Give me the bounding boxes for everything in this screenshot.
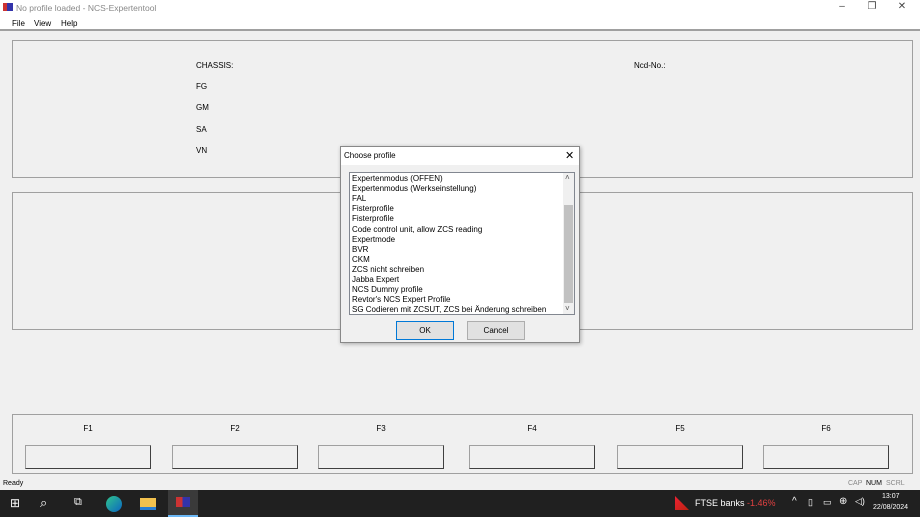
f5-label: F5 <box>675 424 685 433</box>
volume-icon[interactable]: ◁) <box>855 496 865 507</box>
f3-button[interactable] <box>318 445 444 469</box>
menu-view[interactable]: View <box>34 19 51 28</box>
menu-file[interactable]: File <box>12 19 25 28</box>
gm-label: GM <box>196 103 209 112</box>
profile-list-item[interactable]: ZCS nicht schreiben <box>352 265 424 275</box>
dialog-title-bar: Choose profile ✕ <box>341 147 579 165</box>
f4-label: F4 <box>527 424 537 433</box>
f2-label: F2 <box>230 424 240 433</box>
profile-list-item[interactable]: Revtor's NCS Expert Profile <box>352 295 450 305</box>
edge-icon[interactable] <box>106 496 122 512</box>
profile-list-item[interactable]: CKM <box>352 255 370 265</box>
profile-list-item[interactable]: FAL <box>352 194 366 204</box>
profile-list-item[interactable]: Jabba Expert <box>352 275 399 285</box>
f6-label: F6 <box>821 424 831 433</box>
cancel-button[interactable]: Cancel <box>467 321 525 340</box>
profile-list-item[interactable]: Expertenmodus (OFFEN) <box>352 174 443 184</box>
network-icon[interactable]: ⊕ <box>839 496 847 507</box>
dialog-close-icon[interactable]: ✕ <box>565 149 574 162</box>
profile-list-item[interactable]: Expertmode <box>352 235 395 245</box>
task-view-icon[interactable]: ⧉ <box>74 496 82 509</box>
scrollbar-thumb[interactable] <box>564 205 573 303</box>
windows-start-icon[interactable]: ⊞ <box>10 496 20 510</box>
clock-time[interactable]: 13:07 <box>882 493 900 500</box>
f1-button[interactable] <box>25 445 151 469</box>
profile-list-item[interactable]: Code control unit, allow ZCS reading <box>352 225 482 235</box>
num-indicator: NUM <box>866 480 882 487</box>
f3-label: F3 <box>376 424 386 433</box>
window-title: No profile loaded - NCS-Expertentool <box>16 3 157 13</box>
f6-button[interactable] <box>763 445 889 469</box>
status-text: Ready <box>3 480 24 487</box>
status-bar: Ready CAP NUM SCRL <box>0 478 920 490</box>
f4-button[interactable] <box>469 445 595 469</box>
restore-button[interactable]: ❐ <box>858 1 886 15</box>
stocks-widget-icon[interactable] <box>675 496 689 510</box>
stock-change: -1.46% <box>747 498 776 508</box>
fg-label: FG <box>196 82 208 91</box>
scroll-up-icon[interactable]: ˄ <box>565 173 570 182</box>
scrl-indicator: SCRL <box>886 480 905 487</box>
app-icon <box>3 3 13 11</box>
profile-list-item[interactable]: Fisterprofile <box>352 214 394 224</box>
battery-icon[interactable]: ▭ <box>823 497 832 508</box>
clock-date[interactable]: 22/08/2024 <box>873 504 908 511</box>
minimize-button[interactable]: – <box>828 1 856 15</box>
taskbar: ⊞ ⌕ ⧉ FTSE banks -1.46% ^ ▯ ▭ ⊕ ◁) 13:07… <box>0 490 920 517</box>
dialog-title: Choose profile <box>344 151 396 160</box>
show-hidden-icons[interactable]: ^ <box>792 496 797 507</box>
profile-list-item[interactable]: BVR <box>352 245 368 255</box>
file-explorer-icon[interactable] <box>140 498 156 510</box>
profile-list-item[interactable]: NCS Dummy profile <box>352 285 423 295</box>
ok-button[interactable]: OK <box>396 321 454 340</box>
vn-label: VN <box>196 146 208 155</box>
f5-button[interactable] <box>617 445 743 469</box>
f2-button[interactable] <box>172 445 298 469</box>
scroll-down-icon[interactable]: ˅ <box>565 304 570 313</box>
search-icon[interactable]: ⌕ <box>40 495 47 511</box>
profile-list-item[interactable]: Fisterprofile <box>352 204 394 214</box>
profile-list-item[interactable]: Expertenmodus (Werkseinstellung) <box>352 184 476 194</box>
menu-help[interactable]: Help <box>61 19 77 28</box>
profile-listbox[interactable]: Expertenmodus (OFFEN) Expertenmodus (Werk… <box>349 172 575 315</box>
cap-indicator: CAP <box>848 480 863 487</box>
device-icon[interactable]: ▯ <box>808 497 813 508</box>
close-button[interactable]: ✕ <box>888 1 916 15</box>
stock-name[interactable]: FTSE banks <box>695 498 745 508</box>
menu-bar: File View Help <box>0 16 920 31</box>
ncs-app-icon <box>176 497 190 507</box>
title-bar: No profile loaded - NCS-Expertentool – ❐… <box>0 0 920 16</box>
f1-label: F1 <box>83 424 93 433</box>
listbox-scrollbar[interactable]: ˄ ˅ <box>563 173 574 314</box>
ncd-no-label: Ncd-No.: <box>634 61 666 70</box>
ncs-expert-taskbar-item[interactable] <box>168 490 198 517</box>
chassis-label: CHASSIS: <box>196 61 234 70</box>
sa-label: SA <box>196 125 207 134</box>
profile-list-item[interactable]: SG Codieren mit ZCSUT, ZCS bei Änderung … <box>352 305 546 315</box>
choose-profile-dialog: Choose profile ✕ Expertenmodus (OFFEN) Ex… <box>340 146 580 343</box>
